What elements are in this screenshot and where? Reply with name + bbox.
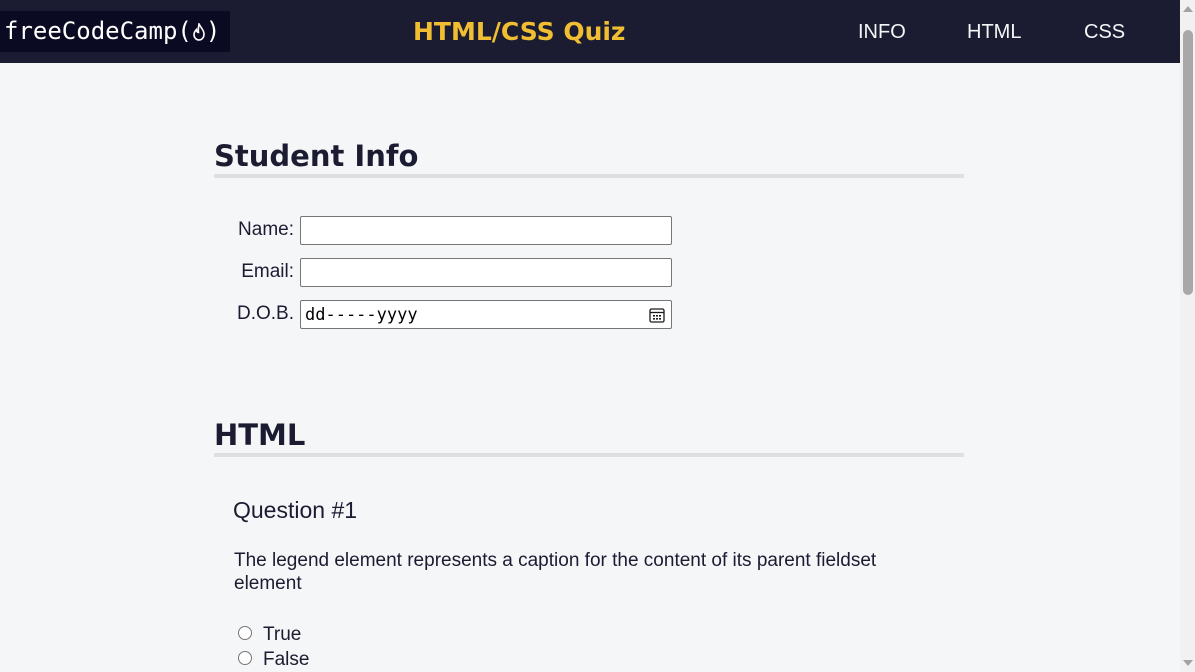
scroll-up-arrow-icon[interactable] — [1183, 6, 1193, 12]
dob-date-input[interactable]: dd-----yyyy — [300, 300, 672, 329]
scrollbar-thumb[interactable] — [1183, 30, 1193, 295]
email-label: Email: — [241, 261, 294, 282]
radio-true[interactable] — [238, 626, 252, 640]
nav-html-link[interactable]: HTML — [967, 18, 1021, 46]
page-scrollbar[interactable] — [1180, 0, 1195, 672]
name-input[interactable] — [300, 216, 672, 245]
radio-false[interactable] — [238, 651, 252, 665]
student-info-heading: Student Info — [214, 138, 964, 178]
calendar-icon[interactable] — [649, 307, 665, 323]
main-nav: INFO HTML CSS — [0, 18, 1180, 46]
scroll-down-arrow-icon[interactable] — [1183, 660, 1193, 666]
radio-false-label[interactable]: False — [263, 648, 309, 672]
email-input[interactable] — [300, 258, 672, 287]
top-navbar: freeCodeCamp( ) HTML/CSS Quiz INFO HTML … — [0, 0, 1180, 63]
nav-css-link[interactable]: CSS — [1084, 18, 1125, 46]
question-text: The legend element represents a caption … — [234, 550, 877, 594]
radio-true-label[interactable]: True — [263, 623, 301, 647]
dob-placeholder: dd-----yyyy — [305, 305, 418, 325]
dob-label: D.O.B. — [236, 303, 294, 324]
html-section-heading: HTML — [214, 417, 964, 457]
name-label: Name: — [238, 219, 294, 240]
nav-info-link[interactable]: INFO — [858, 18, 906, 46]
question-title: Question #1 — [233, 497, 358, 523]
